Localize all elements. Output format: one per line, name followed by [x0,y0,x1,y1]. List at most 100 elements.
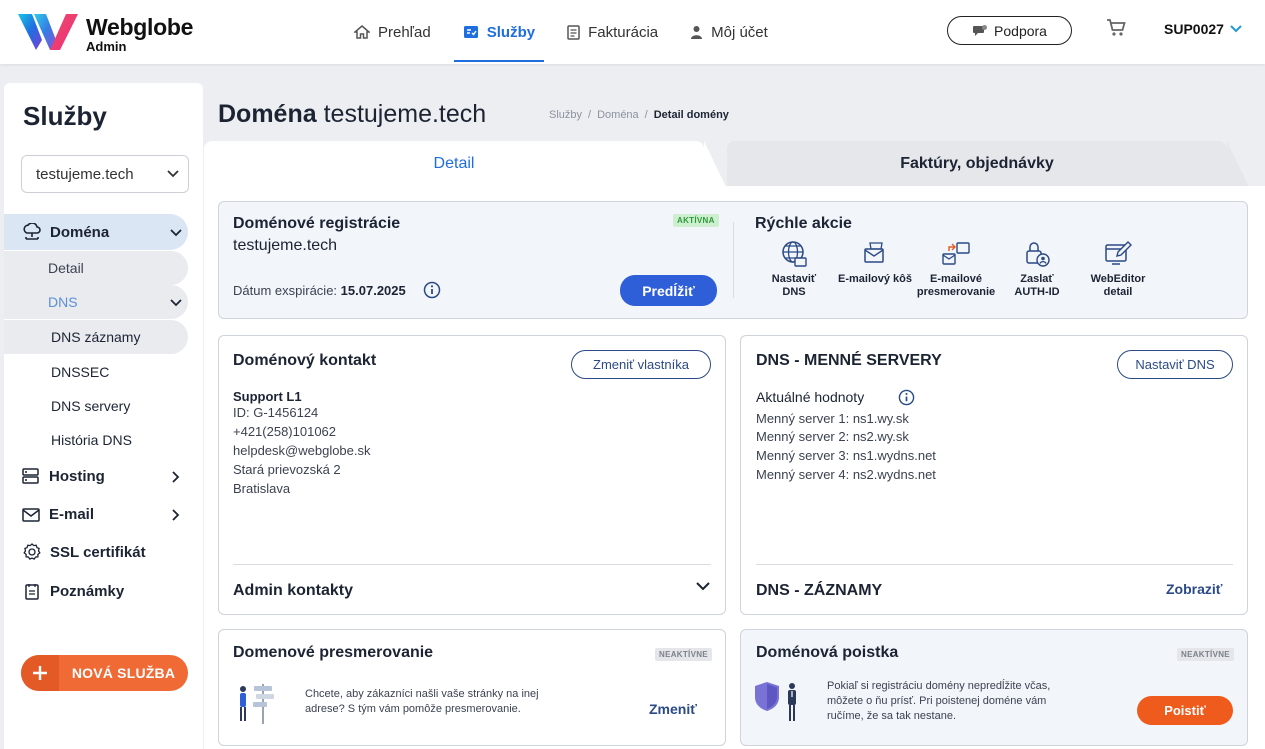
change-redirect-link[interactable]: Zmeniť [649,701,697,717]
sidebar-item-poznamky[interactable]: Poznámky [21,583,124,600]
dns-servers-card: DNS - MENNÉ SERVERY Nastaviť DNS Aktuáln… [740,335,1248,615]
breadcrumb-item[interactable]: Služby [549,109,582,121]
registration-domain: testujeme.tech [233,237,338,254]
domain-select[interactable]: testujeme.tech [21,155,189,193]
nav-label: Fakturácia [588,23,659,41]
registration-card: Doménové registrácie AKTÍVNA testujeme.t… [218,201,1248,319]
sidebar-label: Hosting [49,468,105,485]
contact-title: Doménový kontakt [233,352,377,369]
quick-action-label: DNS [782,286,806,298]
tab-label: Faktúry, objednávky [900,155,1054,172]
expiry-label: Dátum exspirácie: [233,283,338,298]
chevron-down-icon[interactable] [696,582,710,591]
breadcrumb-current: Detail domény [653,109,729,121]
plus-icon [33,666,47,680]
divider [233,564,711,565]
services-icon [463,26,478,38]
expiry-row: Dátum exspirácie: 15.07.2025 [233,283,406,298]
insure-button[interactable]: Poistiť [1137,696,1233,725]
show-dns-records-link[interactable]: Zobraziť [1166,581,1223,597]
nav-label: Môj účet [711,23,768,41]
name-server-row: Menný server 4: ns2.wydns.net [756,467,936,482]
brand-name: Webglobe [86,14,194,40]
brand-logo[interactable]: Webglobe Admin [16,10,193,54]
contact-city: Bratislava [233,481,291,496]
set-dns-button[interactable]: Nastaviť DNS [1117,350,1233,379]
redirect-text-line: adrese? S tým vám pomôže presmerovanie. [305,703,521,715]
insurance-text-line: Pokiaľ si registráciu domény nepredĺžite… [827,680,1051,692]
sidebar-item-dnssec[interactable]: DNSSEC [51,364,109,380]
extend-button[interactable]: Predĺžiť [620,275,717,306]
page-title-bold: Doména [218,100,317,128]
chevron-down-icon [167,170,179,178]
breadcrumb-item[interactable]: Doména [597,109,639,121]
tab-label: Detail [433,155,475,172]
redirect-description: Chcete, aby zákazníci našli vaše stránky… [305,687,539,717]
domain-contact-card: Doménový kontakt Zmeniť vlastníka Suppor… [218,335,726,615]
quick-action-webeditor[interactable]: WebEditor detail [1076,240,1160,299]
sidebar-title: Služby [23,101,107,131]
info-icon[interactable] [423,281,441,299]
sidebar-item-historia-dns[interactable]: História DNS [51,432,132,448]
webglobe-logo-icon [18,14,78,50]
quick-action-label: E-mailové [930,273,982,285]
admin-contacts-toggle[interactable]: Admin kontakty [233,582,353,600]
quick-action-label: Nastaviť [771,273,817,285]
quick-action-send-auth-id[interactable]: Zaslať AUTH-ID [995,240,1079,299]
server-icon [22,468,39,484]
name-server-row: Menný server 3: ns1.wydns.net [756,448,936,463]
insurance-text-line: ručíme, že sa tak nestane. [827,710,957,722]
quick-action-email-redirect[interactable]: E-mailové presmerovanie [914,240,998,299]
envelope-icon [22,507,40,522]
sidebar-item-ssl[interactable]: SSL certifikát [21,543,146,561]
account-menu[interactable]: SUP0027 [1164,21,1242,37]
cart-icon[interactable] [1106,19,1126,37]
chevron-down-icon [170,229,182,237]
signpost-person-icon [240,684,274,724]
tab-faktury[interactable]: Faktúry, objednávky [727,141,1249,187]
quick-action-label: detail [1103,286,1133,298]
top-header: Webglobe Admin Prehľad Služby Fakturácia… [0,0,1265,64]
insurance-text-line: môžete o ňu prísť. Pri poistenej doméne … [827,695,1047,707]
info-icon[interactable] [898,389,915,406]
chevron-right-icon [172,509,180,521]
sidebar-item-domena[interactable]: Doména [21,223,109,241]
domain-select-value: testujeme.tech [36,165,134,183]
nav-moj-ucet[interactable]: Môj účet [681,0,777,64]
tab-detail[interactable]: Detail [204,141,726,187]
sidebar-item-dns-zaznamy[interactable]: DNS záznamy [51,329,140,345]
certificate-icon [23,543,41,560]
breadcrumb: Služby / Doména / Detail domény [549,109,729,121]
sidebar-label: Poznámky [50,583,125,600]
sidebar-item-detail-bg [4,251,188,285]
chevron-down-icon [1230,25,1242,33]
web-editor-icon [1105,241,1132,265]
invoice-icon [567,24,580,40]
sidebar-item-detail[interactable]: Detail [48,260,84,276]
quick-action-label: Zaslať [1020,273,1054,285]
quick-action-label: WebEditor [1090,273,1146,285]
dns-servers-title: DNS - MENNÉ SERVERY [756,352,942,369]
status-badge: AKTÍVNA [673,214,719,227]
sidebar-item-email[interactable]: E-mail [20,506,94,523]
redirect-title: Domenové presmerovanie [233,644,434,661]
nav-sluzby[interactable]: Služby [453,0,545,64]
sidebar-item-dns[interactable]: DNS [48,294,78,310]
sidebar-label: SSL certifikát [50,543,146,561]
nav-fakturacia[interactable]: Fakturácia [558,0,667,64]
new-service-button[interactable]: NOVÁ SLUŽBA [21,655,188,691]
contact-name: Support L1 [233,389,302,404]
quick-action-email-bin[interactable]: E-mailový kôš [833,240,917,286]
registration-title: Doménové registrácie [233,215,401,232]
quick-action-set-dns[interactable]: Nastaviť DNS [752,240,836,299]
support-button[interactable]: Podpora [947,16,1072,45]
contact-email: helpdesk@webglobe.sk [233,443,371,458]
quick-action-label: E-mailový kôš [838,273,912,285]
quick-action-label: presmerovanie [916,286,996,298]
domain-insurance-card: Doménová poistka NEAKTÍVNE Pokiaľ si reg… [740,629,1248,746]
sidebar-item-dns-servery[interactable]: DNS servery [51,398,130,414]
sidebar-item-hosting[interactable]: Hosting [20,468,105,485]
change-owner-button[interactable]: Zmeniť vlastníka [571,350,711,379]
nav-prehlad[interactable]: Prehľad [345,0,440,64]
name-server-row: Menný server 2: ns2.wy.sk [756,429,909,444]
